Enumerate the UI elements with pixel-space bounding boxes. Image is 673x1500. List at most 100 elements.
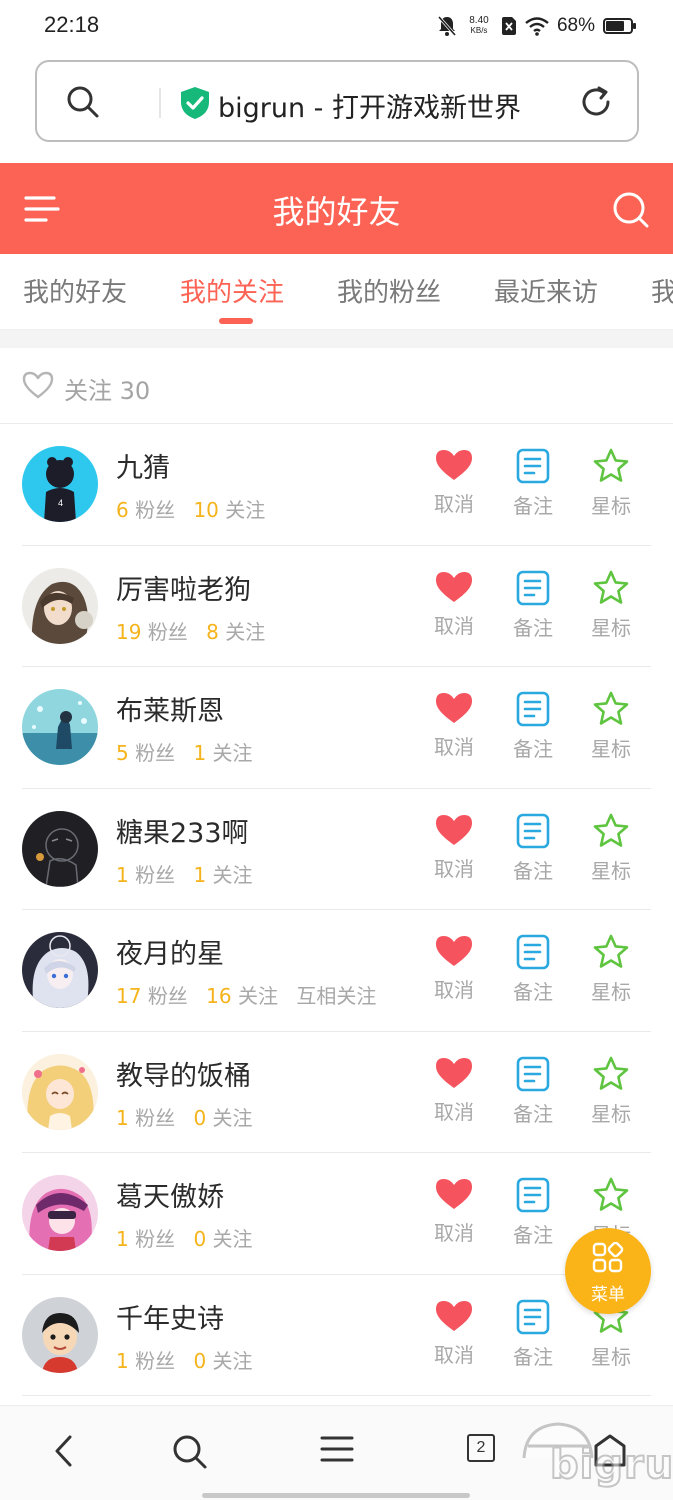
star-button[interactable]: 星标 (581, 448, 641, 519)
star-button[interactable]: 星标 (581, 570, 641, 641)
friend-name[interactable]: 教导的饭桶 (116, 1054, 251, 1093)
address-bar[interactable]: bigrun - 打开游戏新世界 (35, 60, 639, 142)
fans-label: 粉丝 (135, 862, 176, 887)
star-icon (593, 691, 629, 725)
search-icon[interactable] (612, 191, 650, 229)
heart-outline-icon (22, 371, 54, 399)
note-icon (516, 570, 550, 605)
heart-icon (436, 450, 472, 480)
menu-icon[interactable] (320, 1434, 354, 1464)
avatar[interactable] (22, 1296, 98, 1373)
avatar[interactable] (22, 1053, 98, 1130)
note-button[interactable]: 备注 (503, 813, 563, 884)
home-indicator[interactable] (202, 1493, 470, 1498)
tab-my-fans[interactable]: 我的粉丝 (337, 272, 441, 309)
back-icon[interactable] (50, 1434, 78, 1468)
refresh-icon[interactable] (579, 84, 613, 120)
unfollow-button[interactable]: 取消 (424, 691, 484, 760)
unfollow-label: 取消 (434, 1099, 474, 1124)
list-item[interactable]: 4 九猜 6 粉丝 10 关注 取消 备注 星标 (0, 424, 673, 546)
list-item[interactable]: 布莱斯恩 5 粉丝 1 关注 取消 备注 星标 (0, 667, 673, 789)
friend-name[interactable]: 九猜 (116, 446, 170, 485)
fans-label: 粉丝 (147, 619, 188, 644)
note-label: 备注 (513, 1344, 553, 1369)
note-button[interactable]: 备注 (503, 691, 563, 762)
avatar[interactable] (22, 689, 98, 765)
note-button[interactable]: 备注 (503, 1299, 563, 1370)
menu-fab-label: 菜单 (591, 1285, 625, 1305)
search-icon[interactable] (65, 84, 101, 120)
following-count: 0 (193, 1105, 207, 1130)
address-divider (159, 88, 161, 118)
unfollow-label: 取消 (434, 492, 474, 516)
note-button[interactable]: 备注 (503, 1177, 563, 1248)
unfollow-button[interactable]: 取消 (424, 1177, 484, 1246)
note-icon (516, 1056, 550, 1091)
fans-label: 粉丝 (135, 1227, 176, 1251)
friend-name[interactable]: 夜月的星 (116, 932, 224, 971)
address-text[interactable]: bigrun - 打开游戏新世界 (218, 86, 521, 125)
avatar[interactable] (22, 932, 98, 1008)
friend-name[interactable]: 布莱斯恩 (116, 689, 224, 728)
grid-icon (592, 1242, 624, 1273)
star-label: 星标 (591, 737, 631, 761)
list-item[interactable]: 夜月的星 17 粉丝 16 关注 互相关注 取消 备注 星标 (0, 910, 673, 1032)
unfollow-button[interactable]: 取消 (424, 813, 484, 882)
app-header: 我的好友 (0, 163, 673, 254)
unfollow-button[interactable]: 取消 (424, 1056, 484, 1125)
fans-label: 粉丝 (147, 984, 188, 1008)
friend-name[interactable]: 厉害啦老狗 (116, 568, 251, 607)
note-button[interactable]: 备注 (503, 934, 563, 1005)
tabs-icon[interactable]: 2 (467, 1434, 495, 1462)
heart-icon (436, 936, 472, 966)
star-button[interactable]: 星标 (581, 1056, 641, 1127)
unfollow-button[interactable]: 取消 (424, 570, 484, 639)
friend-meta: 1 粉丝 0 关注 (116, 1102, 265, 1131)
friend-name[interactable]: 千年史诗 (116, 1297, 224, 1336)
follow-count-label: 关注 30 (64, 377, 151, 405)
bell-off-icon (437, 16, 457, 36)
friend-name[interactable]: 糖果233啊 (116, 811, 249, 850)
star-label: 星标 (591, 858, 631, 883)
fans-label: 粉丝 (135, 1105, 176, 1130)
heart-icon (436, 1300, 472, 1331)
status-time: 22:18 (44, 12, 100, 37)
note-icon (516, 813, 550, 848)
list-item[interactable]: 教导的饭桶 1 粉丝 0 关注 取消 备注 星标 (0, 1032, 673, 1153)
avatar[interactable] (22, 567, 98, 644)
note-button[interactable]: 备注 (503, 448, 563, 519)
tab-count: 2 (467, 1434, 495, 1462)
menu-fab[interactable]: 菜单 (565, 1228, 651, 1314)
friend-name[interactable]: 葛天傲娇 (116, 1175, 224, 1214)
note-button[interactable]: 备注 (503, 1056, 563, 1127)
star-button[interactable]: 星标 (581, 691, 641, 762)
following-label: 关注 (212, 1105, 253, 1130)
fans-label: 粉丝 (135, 498, 176, 522)
tab-recent-visitors[interactable]: 最近来访 (494, 272, 598, 309)
friend-meta: 1 粉丝 1 关注 (116, 859, 265, 888)
star-button[interactable]: 星标 (581, 813, 641, 884)
avatar[interactable] (22, 810, 98, 887)
unfollow-button[interactable]: 取消 (424, 934, 484, 1003)
row-divider (22, 1395, 651, 1396)
star-icon (593, 934, 629, 968)
unfollow-button[interactable]: 取消 (424, 1299, 484, 1368)
fans-count: 19 (116, 619, 142, 644)
avatar[interactable]: 4 (22, 446, 98, 522)
tab-my-following[interactable]: 我的关注 (180, 272, 284, 309)
following-count: 1 (193, 862, 207, 887)
search-icon[interactable] (172, 1434, 208, 1470)
star-button[interactable]: 星标 (581, 934, 641, 1005)
star-label: 星标 (591, 1344, 631, 1369)
following-count: 10 (193, 498, 219, 522)
avatar[interactable] (22, 1175, 98, 1251)
note-button[interactable]: 备注 (503, 570, 563, 641)
list-item[interactable]: 糖果233啊 1 粉丝 1 关注 取消 备注 星标 (0, 789, 673, 910)
list-item[interactable]: 厉害啦老狗 19 粉丝 8 关注 取消 备注 星标 (0, 546, 673, 667)
note-label: 备注 (513, 980, 553, 1004)
tab-more[interactable]: 我 (651, 272, 673, 309)
tab-my-friends[interactable]: 我的好友 (23, 272, 127, 309)
unfollow-button[interactable]: 取消 (424, 448, 484, 517)
status-bar: 22:18 8.40 KB/s 68% (0, 0, 673, 52)
net-speed-value: 8.40 (469, 15, 489, 26)
